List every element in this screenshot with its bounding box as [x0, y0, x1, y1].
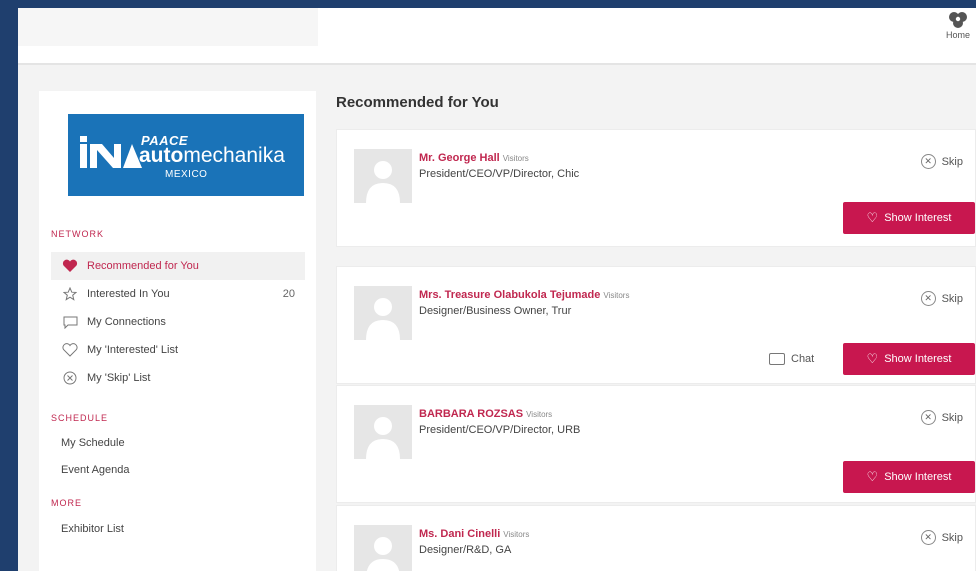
sidebar-item-my-schedule[interactable]: My Schedule: [61, 437, 125, 449]
sidebar-item-recommended[interactable]: Recommended for You: [51, 252, 305, 280]
avatar: [354, 405, 412, 459]
chat-icon: [61, 314, 79, 330]
recommendation-card: BARBARA ROZSAS Visitors President/CEO/VP/…: [336, 385, 976, 503]
schedule-section-title: SCHEDULE: [51, 413, 109, 423]
person-name[interactable]: Mr. George Hall Visitors: [419, 152, 529, 164]
x-circle-icon: ✕: [920, 154, 936, 169]
sidebar-item-interested-in-you[interactable]: Interested In You 20: [51, 280, 305, 308]
person-name[interactable]: BARBARA ROZSAS Visitors: [419, 408, 552, 420]
heart-outline-icon: ♡: [866, 469, 879, 484]
person-title: President/CEO/VP/Director, Chic: [419, 168, 580, 180]
person-type: Visitors: [603, 291, 630, 300]
sidebar: PAACE automechanika MEXICO NETWORK Recom…: [39, 91, 316, 571]
sidebar-item-event-agenda[interactable]: Event Agenda: [61, 464, 130, 476]
network-section-title: NETWORK: [51, 229, 104, 239]
skip-button[interactable]: ✕ Skip: [920, 154, 963, 169]
person-type: Visitors: [526, 410, 553, 419]
x-circle-icon: ✕: [920, 410, 936, 425]
person-name[interactable]: Mrs. Treasure Olabukola Tejumade Visitors: [419, 289, 629, 301]
sidebar-item-label: My 'Interested' List: [87, 344, 179, 356]
person-name[interactable]: Ms. Dani Cinelli Visitors: [419, 528, 529, 540]
star-icon: [61, 286, 79, 302]
home-button[interactable]: Home: [940, 8, 976, 65]
person-title: Designer/Business Owner, Trur: [419, 305, 572, 317]
sidebar-item-skip-list[interactable]: My 'Skip' List: [51, 364, 305, 392]
person-type: Visitors: [503, 530, 530, 539]
home-label: Home: [945, 30, 970, 40]
show-interest-button[interactable]: ♡ Show Interest: [843, 343, 975, 375]
sidebar-item-label: Recommended for You: [87, 260, 199, 272]
recommendation-card: Mr. George Hall Visitors President/CEO/VP…: [336, 129, 976, 247]
x-circle-icon: [61, 370, 79, 386]
recommendation-card: Ms. Dani Cinelli Visitors Designer/R&D, G…: [336, 505, 976, 571]
more-section-title: MORE: [51, 498, 82, 508]
sidebar-item-exhibitor-list[interactable]: Exhibitor List: [61, 523, 124, 535]
skip-button[interactable]: ✕ Skip: [920, 410, 963, 425]
skip-button[interactable]: ✕ Skip: [920, 291, 963, 306]
event-logo: PAACE automechanika MEXICO: [68, 114, 304, 196]
person-title: President/CEO/VP/Director, URB: [419, 424, 581, 436]
logo-mark-icon: [80, 136, 142, 168]
heart-outline-icon: ♡: [866, 210, 879, 225]
interested-count: 20: [282, 288, 295, 300]
sidebar-item-label: My 'Skip' List: [87, 372, 151, 384]
show-interest-button[interactable]: ♡ Show Interest: [843, 202, 975, 234]
sidebar-item-my-connections[interactable]: My Connections: [51, 308, 305, 336]
avatar: [354, 286, 412, 340]
home-icon: [949, 12, 967, 28]
page-title: Recommended for You: [336, 94, 499, 111]
x-circle-icon: ✕: [920, 291, 936, 306]
person-title: Designer/R&D, GA: [419, 544, 512, 556]
top-bar: Home: [18, 8, 976, 65]
sidebar-item-interested-list[interactable]: My 'Interested' List: [51, 336, 305, 364]
skip-button[interactable]: ✕ Skip: [920, 530, 963, 545]
avatar: [354, 525, 412, 571]
person-type: Visitors: [502, 154, 529, 163]
heart-icon: [61, 258, 79, 274]
avatar: [354, 149, 412, 203]
top-bar-search-area[interactable]: [18, 8, 318, 46]
app-window: Home PAACE automechanika MEXICO NETWORK …: [18, 8, 976, 571]
x-circle-icon: ✕: [920, 530, 936, 545]
chat-button[interactable]: Chat: [769, 353, 814, 365]
logo-automechanika: automechanika: [139, 144, 285, 167]
heart-outline-icon: ♡: [866, 351, 879, 366]
heart-outline-icon: [61, 342, 79, 358]
logo-mexico: MEXICO: [165, 169, 208, 180]
chat-icon: [769, 353, 785, 365]
sidebar-item-label: My Connections: [87, 316, 166, 328]
recommendation-card: Mrs. Treasure Olabukola Tejumade Visitors…: [336, 266, 976, 384]
show-interest-button[interactable]: ♡ Show Interest: [843, 461, 975, 493]
sidebar-item-label: Interested In You: [87, 288, 170, 300]
